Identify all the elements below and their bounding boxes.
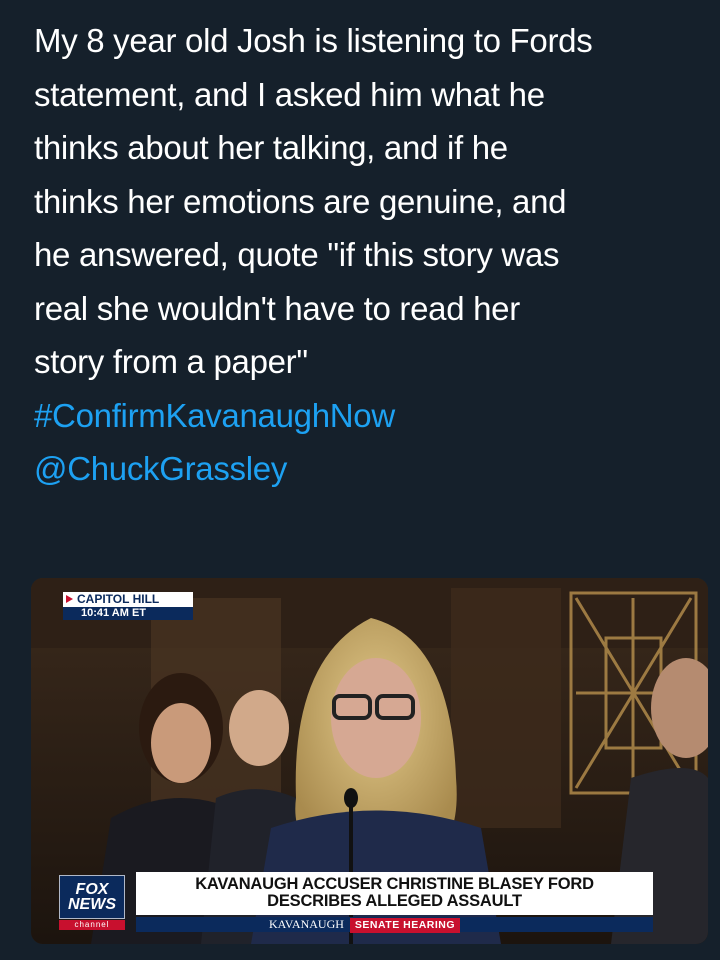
- tweet-line: My 8 year old Josh is listening to Fords: [34, 22, 593, 59]
- subtitle: KAVANAUGH: [269, 917, 344, 931]
- headline-line-2: DESCRIBES ALLEGED ASSAULT: [267, 892, 522, 910]
- location-tag: CAPITOL HILL 10:41 AM ET: [63, 592, 193, 620]
- news-subbar: KAVANAUGH SENATE HEARING: [136, 917, 653, 933]
- tweet-line: story from a paper": [34, 343, 308, 380]
- news-lower-third: KAVANAUGH ACCUSER CHRISTINE BLASEY FORD …: [136, 872, 653, 933]
- tweet-line: thinks her emotions are genuine, and: [34, 182, 567, 220]
- tweet-line: statement, and I asked him what he: [34, 75, 545, 113]
- hashtag-link[interactable]: #ConfirmKavanaughNow: [34, 389, 710, 443]
- location-label: CAPITOL HILL: [77, 592, 160, 606]
- mention-link[interactable]: @ChuckGrassley: [34, 442, 710, 496]
- headline-line-1: KAVANAUGH ACCUSER CHRISTINE BLASEY FORD: [195, 875, 594, 893]
- fox-news-logo: FOX NEWS channel: [59, 875, 127, 933]
- tweet-line: real she wouldn't have to read her: [34, 289, 520, 327]
- tweet-media-image[interactable]: CAPITOL HILL 10:41 AM ET FOX NEWS channe…: [31, 578, 708, 944]
- logo-line-2: NEWS: [68, 896, 116, 913]
- tweet-text: My 8 year old Josh is listening to Fords…: [34, 14, 710, 496]
- logo-channel: channel: [59, 920, 125, 930]
- timestamp: 10:41 AM ET: [63, 607, 193, 620]
- senate-hearing-badge: SENATE HEARING: [349, 918, 461, 933]
- tweet-line: he answered, quote "if this story was: [34, 236, 560, 273]
- tweet-line: thinks about her talking, and if he: [34, 129, 508, 166]
- news-headline: KAVANAUGH ACCUSER CHRISTINE BLASEY FORD …: [136, 872, 653, 915]
- play-arrow-icon: [66, 595, 73, 603]
